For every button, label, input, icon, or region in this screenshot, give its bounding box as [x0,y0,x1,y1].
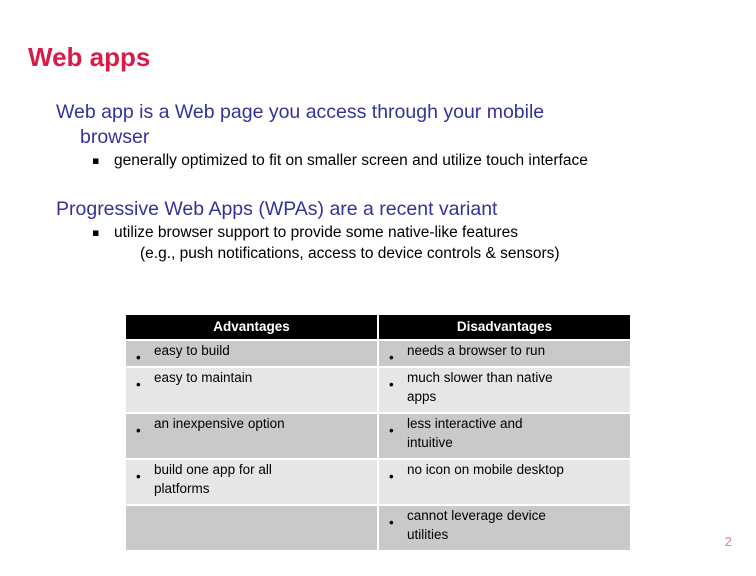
slide: Web apps Web app is a Web page you acces… [0,0,756,576]
table-cell-disadvantage: • much slower than native apps [379,368,630,412]
table-cell-text-line1: build one app for all [154,462,272,477]
bullet-level2-item-2-line1: utilize browser support to provide some … [114,224,519,241]
bullet-level1-heading-2: Progressive Web Apps (WPAs) are a recent… [0,197,756,222]
table-cell-text: build one app for all platforms [126,460,377,498]
table-cell-text-line1: much slower than native [407,370,553,385]
table-cell-text: no icon on mobile desktop [407,462,564,477]
table-cell-text-line2: platforms [154,481,210,496]
table-cell-advantage: • easy to build [126,341,377,366]
bullet-dot-icon: • [136,423,141,438]
table-row: • easy to maintain • much slower than na… [126,368,630,412]
slide-body: Web app is a Web page you access through… [0,100,756,264]
table-row: • cannot leverage device utilities [126,506,630,550]
table-row: • easy to build • needs a browser to run [126,341,630,366]
bullet-dot-icon: • [389,377,394,392]
table-cell-advantage: • an inexpensive option [126,414,377,458]
bullet-level2-item-2-text: utilize browser support to provide some … [92,222,756,264]
bullet-level1-heading-1-line2: browser [80,126,150,148]
bullet-dot-icon: • [389,423,394,438]
table-cell-text-line1: cannot leverage device [407,508,546,523]
table-cell-disadvantage: • needs a browser to run [379,341,630,366]
table-cell-text: less interactive and intuitive [379,414,630,452]
bullet-dot-icon: • [389,350,394,365]
table-cell-advantage: • easy to maintain [126,368,377,412]
column-header-disadvantages: Disadvantages [379,315,630,339]
bullet-dot-icon: • [136,377,141,392]
table-cell-advantage-empty [126,506,377,550]
page-number: 2 [724,534,732,549]
table-cell-text-line1: less interactive and [407,416,523,431]
table-cell-advantage: • build one app for all platforms [126,460,377,504]
bullet-dot-icon: • [389,469,394,484]
table-cell-text: easy to build [154,343,230,358]
table-cell-disadvantage: • no icon on mobile desktop [379,460,630,504]
content-block-2: Progressive Web Apps (WPAs) are a recent… [0,197,756,264]
bullet-level2-item-2-line2: (e.g., push notifications, access to dev… [140,245,560,262]
table-cell-text: much slower than native apps [379,368,630,406]
bullet-level1-heading-2-line1: Progressive Web Apps (WPAs) are a recent… [56,198,498,220]
bullet-level1-heading-1-line1: Web app is a Web page you access through… [56,101,545,123]
advantages-disadvantages-table: Advantages Disadvantages • easy to build… [124,313,632,552]
square-bullet-icon: ▪ [92,154,100,167]
table-row: • an inexpensive option • less interacti… [126,414,630,458]
table-cell-text-line2: utilities [407,527,449,542]
table-row: • build one app for all platforms • no i… [126,460,630,504]
bullet-dot-icon: • [136,469,141,484]
table-cell-disadvantage: • less interactive and intuitive [379,414,630,458]
table-cell-text-line2: intuitive [407,435,453,450]
table-cell-text-line2: apps [407,389,437,404]
table-cell-text: easy to maintain [154,370,253,385]
bullet-dot-icon: • [389,515,394,530]
bullet-dot-icon: • [136,350,141,365]
table-cell-text: needs a browser to run [407,343,546,358]
column-header-advantages: Advantages [126,315,377,339]
square-bullet-icon: ▪ [92,226,100,239]
bullet-level2-item-1-text: generally optimized to fit on smaller sc… [114,152,588,169]
table-header-row: Advantages Disadvantages [126,315,630,339]
page-title: Web apps [28,42,151,72]
bullet-level2-item-1: ▪ generally optimized to fit on smaller … [0,150,756,171]
table-cell-text: cannot leverage device utilities [379,506,630,544]
bullet-level2-item-2: ▪ utilize browser support to provide som… [0,222,756,264]
table-cell-disadvantage: • cannot leverage device utilities [379,506,630,550]
content-block-1: Web app is a Web page you access through… [0,100,756,171]
table-cell-text: an inexpensive option [154,416,285,431]
bullet-level1-heading-1: Web app is a Web page you access through… [0,100,756,150]
